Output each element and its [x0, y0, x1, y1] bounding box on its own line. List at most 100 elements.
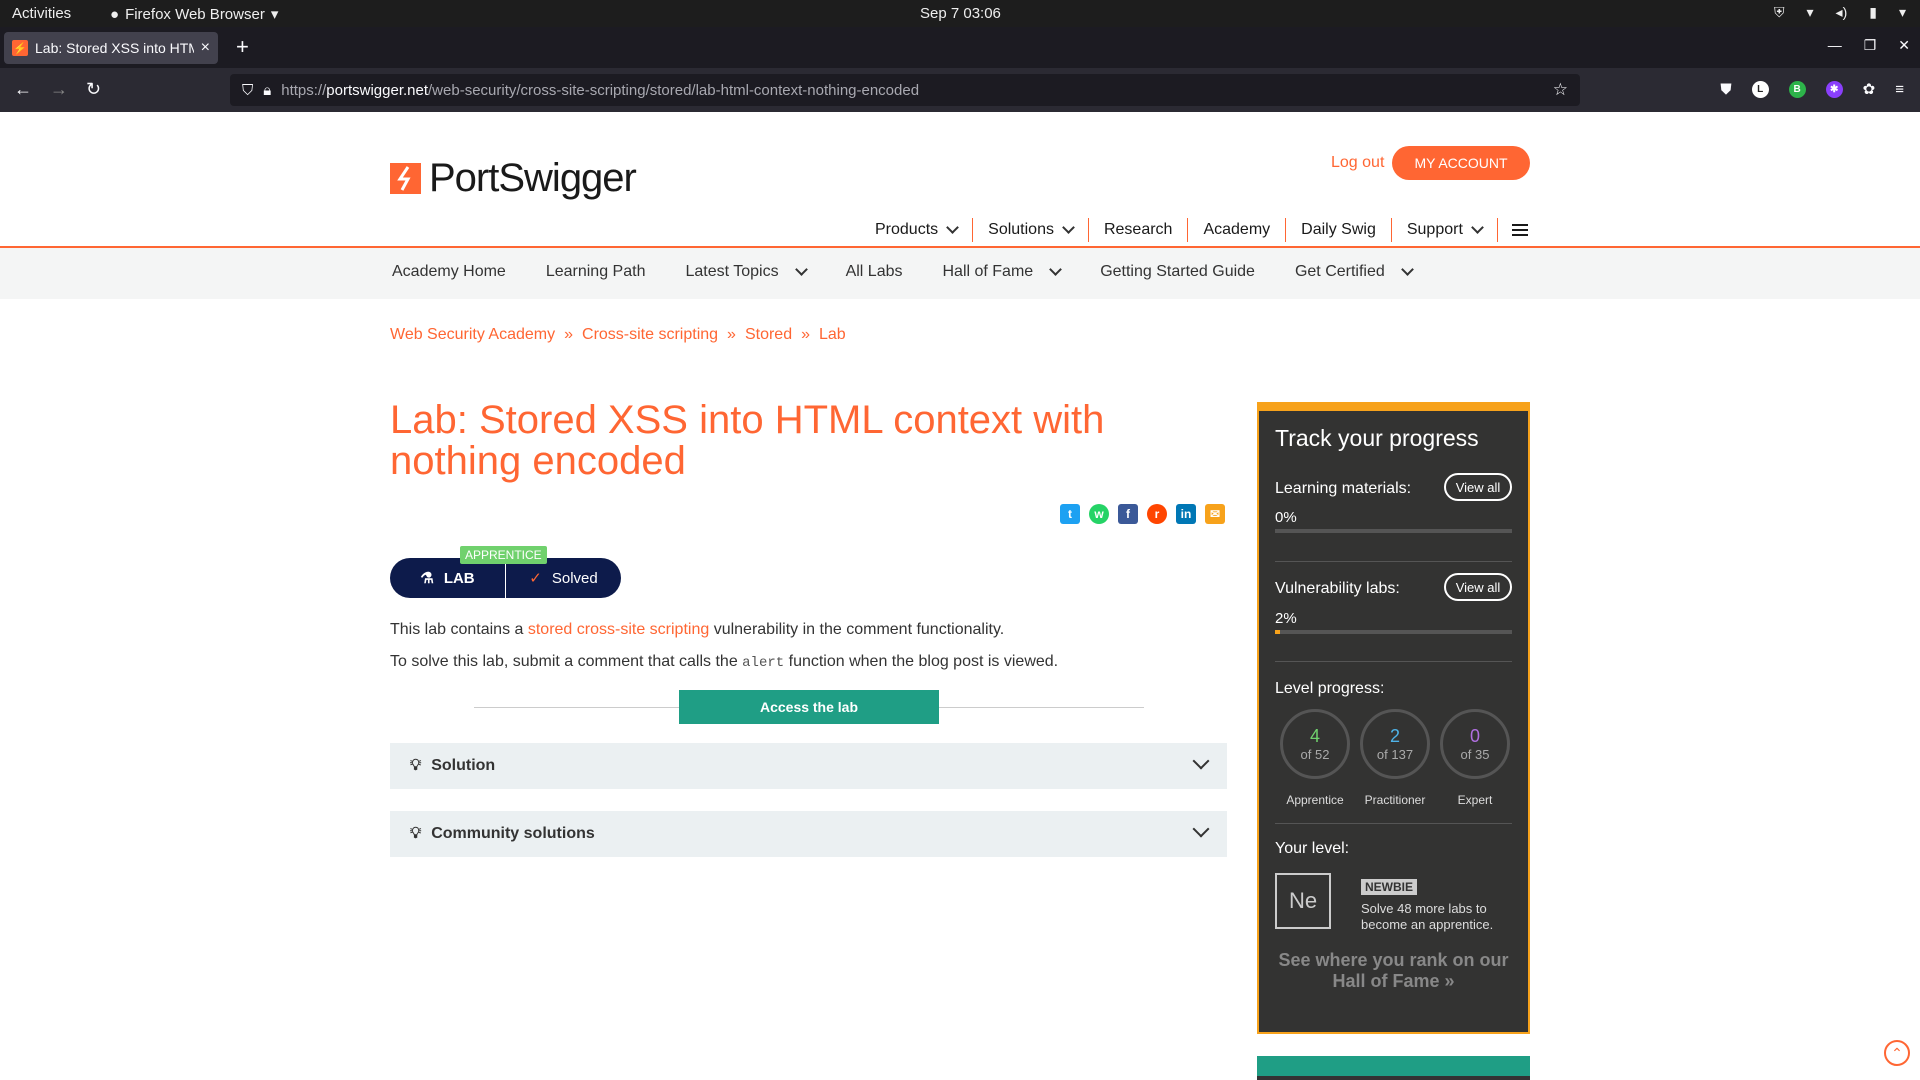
- close-window-icon[interactable]: ✕: [1898, 37, 1910, 54]
- divider: [1275, 661, 1512, 662]
- vuln-percent: 2%: [1275, 610, 1297, 627]
- nav-solutions[interactable]: Solutions: [973, 218, 1089, 242]
- reload-button[interactable]: ↻: [86, 79, 101, 100]
- app-menu[interactable]: ● Firefox Web Browser ▾: [110, 5, 278, 24]
- breadcrumb: Web Security Academy » Cross-site script…: [390, 326, 846, 344]
- accordion-label: Solution: [431, 757, 496, 774]
- subnav-getting-started[interactable]: Getting Started Guide: [1100, 263, 1255, 281]
- your-level-label: Your level:: [1275, 840, 1350, 857]
- extension-puzzle-icon[interactable]: ✱: [1825, 80, 1843, 98]
- sidebar-title: Track your progress: [1275, 425, 1479, 451]
- breadcrumb-link[interactable]: Stored: [745, 326, 792, 344]
- extensions-icon[interactable]: ✿: [1863, 80, 1876, 98]
- lab-solved-status: ✓ Solved: [506, 558, 621, 598]
- academy-subnav: Academy Home Learning Path Latest Topics…: [0, 248, 1920, 299]
- subnav-label: Hall of Fame: [942, 263, 1034, 280]
- portswigger-logo[interactable]: PortSwigger: [390, 156, 637, 201]
- pocket-icon[interactable]: ⛊: [1720, 81, 1731, 98]
- clock[interactable]: Sep 7 03:06: [920, 5, 1001, 22]
- level-progress-label: Level progress:: [1275, 680, 1385, 697]
- chevron-down-icon: [1192, 820, 1210, 838]
- expert-ring: 0 of 35: [1440, 709, 1510, 779]
- nav-research[interactable]: Research: [1089, 218, 1189, 242]
- linkedin-icon[interactable]: in: [1176, 504, 1196, 524]
- twitter-icon[interactable]: t: [1060, 504, 1080, 524]
- lightbulb-icon: 💡︎: [410, 757, 422, 774]
- hall-of-fame-text: See where you rank on our Hall of Fame: [1278, 950, 1509, 991]
- status-label: Solved: [551, 569, 598, 587]
- ring-total: of 137: [1376, 747, 1414, 762]
- extension-icons: ⛊ L B ✱ ✿ ≡: [1720, 80, 1904, 98]
- url-bar[interactable]: ⛉ 🔒︎ https://portswigger.net/web-securit…: [230, 74, 1580, 106]
- reddit-icon[interactable]: r: [1147, 504, 1167, 524]
- main-nav: Products Solutions Research Academy Dail…: [860, 218, 1528, 242]
- breadcrumb-link[interactable]: Lab: [819, 326, 846, 344]
- volume-icon: ◂): [1835, 4, 1848, 20]
- minimize-icon[interactable]: —: [1828, 37, 1842, 54]
- extension-b-icon[interactable]: B: [1788, 80, 1806, 98]
- view-all-learning-button[interactable]: View all: [1444, 473, 1512, 501]
- subnav-academy-home[interactable]: Academy Home: [392, 263, 506, 281]
- nav-daily-swig[interactable]: Daily Swig: [1286, 218, 1392, 242]
- double-chevron-right-icon: »: [564, 326, 574, 343]
- subnav-get-certified[interactable]: Get Certified: [1294, 263, 1414, 281]
- tracking-shield-icon[interactable]: ⛉: [242, 82, 253, 99]
- wifi-icon: ▾: [1806, 4, 1814, 20]
- system-top-bar: Activities ● Firefox Web Browser ▾ Sep 7…: [0, 0, 1920, 27]
- back-button[interactable]: ←: [14, 79, 32, 100]
- forward-button[interactable]: →: [50, 79, 68, 100]
- chevron-down-icon: [1471, 221, 1484, 234]
- menu-icon[interactable]: ≡: [1895, 81, 1904, 98]
- breadcrumb-link[interactable]: Web Security Academy: [390, 326, 555, 344]
- nav-academy[interactable]: Academy: [1188, 218, 1287, 242]
- hall-of-fame-link[interactable]: See where you rank on our Hall of Fame »: [1275, 950, 1512, 992]
- community-solutions-accordion[interactable]: 💡︎ Community solutions: [390, 811, 1227, 857]
- text: function when the blog post is viewed.: [784, 653, 1059, 670]
- lightbulb-icon: 💡︎: [410, 825, 422, 842]
- stored-xss-link[interactable]: stored cross-site scripting: [528, 621, 709, 638]
- bookmark-star-icon[interactable]: ☆: [1553, 80, 1568, 100]
- subnav-label: Get Certified: [1294, 263, 1385, 280]
- nav-label: Products: [875, 221, 939, 238]
- next-sidebar-card: [1257, 1056, 1530, 1080]
- access-lab-button[interactable]: Access the lab: [679, 690, 939, 724]
- subnav-all-labs[interactable]: All Labs: [846, 263, 903, 281]
- email-icon[interactable]: ✉: [1205, 504, 1225, 524]
- activities-button[interactable]: Activities: [12, 5, 71, 22]
- my-account-button[interactable]: MY ACCOUNT: [1392, 146, 1530, 180]
- subnav-learning-path[interactable]: Learning Path: [546, 263, 646, 281]
- learning-percent: 0%: [1275, 509, 1297, 526]
- nav-label: Solutions: [988, 221, 1054, 238]
- breadcrumb-link[interactable]: Cross-site scripting: [582, 326, 718, 344]
- lab-status-pill: ⚗ LAB ✓ Solved: [390, 558, 621, 598]
- facebook-icon[interactable]: f: [1118, 504, 1138, 524]
- restore-icon[interactable]: ❐: [1864, 37, 1877, 54]
- subnav-label: All Labs: [845, 263, 903, 280]
- url-path: /web-security/cross-site-scripting/store…: [428, 81, 920, 99]
- extension-l-icon[interactable]: L: [1751, 80, 1769, 98]
- url-host: portswigger.net: [326, 81, 429, 99]
- browser-tab[interactable]: ⚡ Lab: Stored XSS into HTM ×: [4, 32, 218, 64]
- lock-icon[interactable]: 🔒︎: [263, 82, 271, 99]
- double-chevron-right-icon: »: [801, 326, 810, 343]
- logout-link[interactable]: Log out: [1331, 154, 1384, 172]
- nav-support[interactable]: Support: [1392, 218, 1498, 242]
- nav-products[interactable]: Products: [860, 218, 974, 242]
- subnav-label: Latest Topics: [685, 263, 779, 280]
- system-tray[interactable]: ⛨ ▾ ◂) ▮ ▾: [1774, 4, 1906, 21]
- new-tab-button[interactable]: +: [236, 36, 249, 58]
- subnav-latest-topics[interactable]: Latest Topics: [685, 263, 808, 281]
- whatsapp-icon[interactable]: w: [1089, 504, 1109, 524]
- solution-accordion[interactable]: 💡︎ Solution: [390, 743, 1227, 789]
- checkmark-icon: ✓: [529, 570, 542, 587]
- scroll-to-top-button[interactable]: ⌃: [1884, 1040, 1910, 1066]
- hamburger-menu-icon[interactable]: [1511, 224, 1528, 236]
- level-name-badge: NEWBIE: [1361, 879, 1417, 895]
- text: To solve this lab, submit a comment that…: [390, 653, 743, 670]
- chevron-down-icon: [794, 263, 808, 276]
- close-tab-icon[interactable]: ×: [201, 39, 210, 57]
- app-name: Firefox Web Browser: [125, 5, 265, 23]
- subnav-label: Learning Path: [545, 263, 646, 280]
- subnav-hall-of-fame[interactable]: Hall of Fame: [942, 263, 1063, 281]
- view-all-labs-button[interactable]: View all: [1444, 573, 1512, 601]
